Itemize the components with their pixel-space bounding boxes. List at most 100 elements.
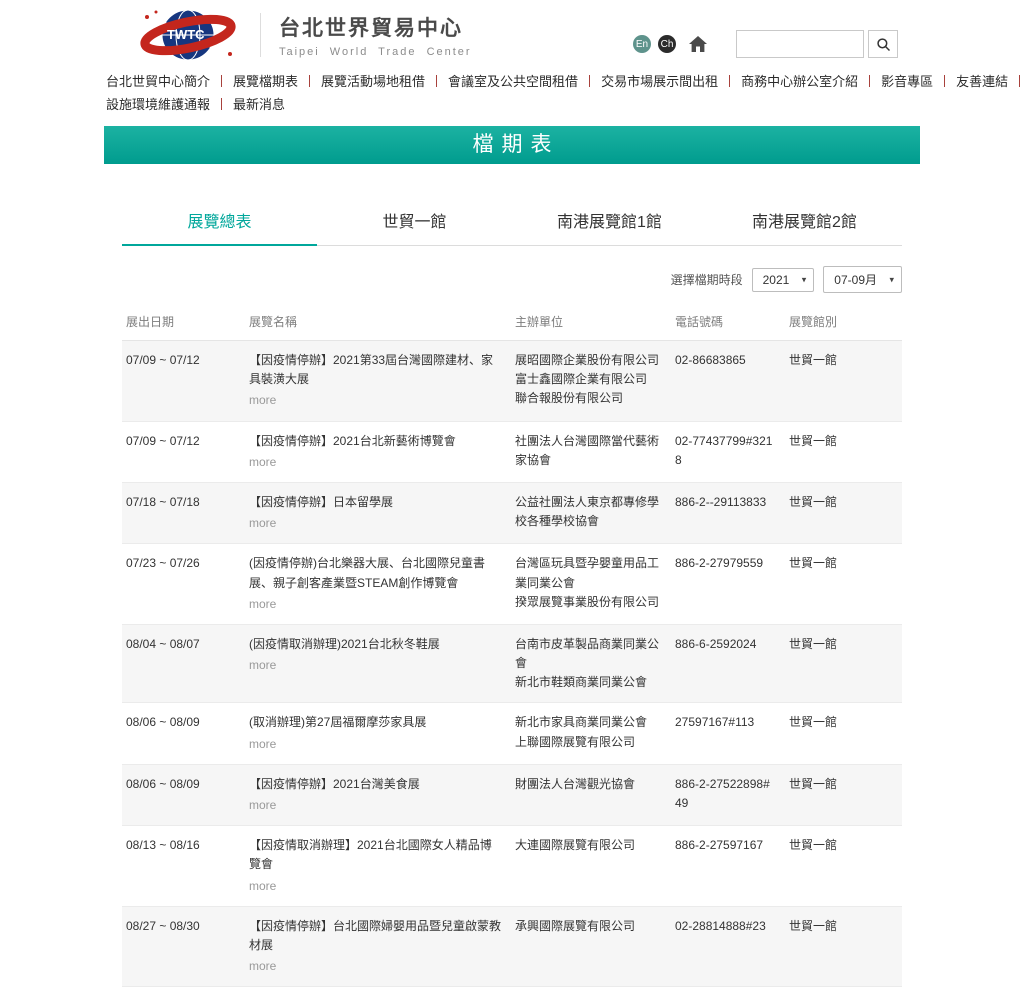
tab-exhibition-overview[interactable]: 展覽總表 (122, 202, 317, 246)
search-input[interactable] (736, 30, 864, 58)
nav-row-2: 設施環境維護通報 最新消息 (106, 93, 918, 116)
organizer-cell: 公益社團法人東京都專修學校各種學校協會 (515, 482, 675, 543)
exhibition-name-cell: (因疫情停辦)台北樂器大展、台北國際兒童書展、親子創客產業暨STEAM創作博覽會… (249, 544, 515, 625)
site-header: TWTC 台北世界貿易中心 Taipei World Trade Center … (104, 0, 920, 68)
exhibition-name-cell: (因疫情取消辦理)2021台北秋冬鞋展 more (249, 624, 515, 703)
phone-number-cell: 886-2-27597167 (675, 838, 764, 853)
lang-ch-button[interactable]: Ch (658, 35, 676, 53)
exhibition-name-cell: (取消辦理)第27屆福爾摩莎家具展 more (249, 703, 515, 764)
more-link[interactable]: more (249, 391, 276, 410)
nav-separator (944, 75, 946, 87)
exhibition-title: 【因疫情停辦】台北國際婦嬰用品暨兒童啟蒙教材展 (249, 918, 502, 952)
more-link[interactable]: more (249, 453, 276, 472)
organizer-cell: 新北市家具商業同業公會 上聯國際展覽有限公司 (515, 703, 675, 764)
table-row: 07/09 ~ 07/12 【因疫情停辦】2021第33屆台灣國際建材、家具裝潢大… (122, 340, 902, 422)
nav-item[interactable]: 交易市場展示間出租 (601, 74, 718, 89)
nav-separator (221, 75, 223, 87)
schedule-table-head: 展出日期 展覽名稱 主辦單位 電話號碼 展覽館別 (122, 309, 902, 341)
nav-item[interactable]: 商務中心辦公室介紹 (741, 74, 858, 89)
more-link[interactable]: more (249, 595, 276, 614)
organizer-cell: 財團法人台灣觀光協會 (515, 764, 675, 825)
tab-label: 展覽總表 (187, 214, 252, 231)
venue-cell: 世貿一館 (789, 636, 838, 651)
nav-item[interactable]: 會議室及公共空間租借 (448, 74, 578, 89)
period-select[interactable]: 07-09月 ▾ (823, 266, 902, 293)
organizer-name: 台南市皮革製品商業同業公會 (515, 636, 660, 671)
more-link[interactable]: more (249, 514, 276, 533)
organizer-name: 揆眾展覽事業股份有限公司 (515, 594, 660, 609)
exhibition-date-cell: 08/04 ~ 08/07 (126, 636, 200, 651)
nav-item[interactable]: 台北世貿中心簡介 (106, 74, 210, 89)
exhibition-name-cell: 【因疫情停辦】日本留學展 more (249, 482, 515, 543)
more-link[interactable]: more (249, 735, 276, 754)
lang-en-button[interactable]: En (633, 35, 651, 53)
table-row: 08/13 ~ 08/16 【因疫情取消辦理】2021台北國際女人精品博覽會 mor… (122, 826, 902, 907)
venue-cell: 世貿一館 (789, 353, 838, 367)
nav-separator (589, 75, 591, 87)
table-row: 07/09 ~ 07/12 【因疫情停辦】2021台北新藝術博覽會 more 社團法人… (122, 421, 902, 483)
page-title: 檔期表 (472, 133, 560, 156)
nav-item[interactable]: 展覽活動場地租借 (321, 74, 425, 89)
filter-label: 選擇檔期時段 (670, 273, 743, 287)
twtc-logo[interactable]: TWTC (134, 8, 242, 62)
venue-cell: 世貿一館 (789, 776, 838, 791)
site-title: 台北世界貿易中心 (279, 17, 463, 40)
more-link[interactable]: more (249, 877, 276, 896)
organizer-name: 財團法人台灣觀光協會 (515, 776, 636, 791)
organizer-name: 富士鑫國際企業有限公司 (515, 372, 648, 387)
tab-nangang-hall-2[interactable]: 南港展覽館2館 (707, 202, 902, 245)
tab-label: 世貿一館 (382, 214, 447, 231)
exhibition-title: 【因疫情停辦】2021第33屆台灣國際建材、家具裝潢大展 (249, 353, 494, 387)
schedule-table-body: 07/09 ~ 07/12 【因疫情停辦】2021第33屆台灣國際建材、家具裝潢大… (122, 340, 902, 987)
organizer-name: 社團法人台灣國際當代藝術家協會 (515, 433, 660, 467)
content-area: 展覽總表 世貿一館 南港展覽館1館 南港展覽館2館 選擇檔期時段 2021 ▾ … (122, 202, 902, 987)
more-link[interactable]: more (249, 656, 276, 675)
search-button[interactable] (868, 30, 898, 58)
period-filter: 選擇檔期時段 2021 ▾ 07-09月 ▾ (122, 266, 902, 293)
tab-nangang-hall-1[interactable]: 南港展覽館1館 (512, 202, 707, 245)
table-row: 08/04 ~ 08/07 (因疫情取消辦理)2021台北秋冬鞋展 more 台南市皮… (122, 624, 902, 703)
tab-label: 南港展覽館2館 (752, 214, 857, 231)
column-header-date: 展出日期 (126, 315, 175, 329)
home-button[interactable] (688, 35, 708, 53)
organizer-cell: 台南市皮革製品商業同業公會新北市鞋類商業同業公會 (515, 624, 675, 703)
home-icon (689, 36, 707, 52)
exhibition-name-cell: 【因疫情停辦】台北國際婦嬰用品暨兒童啟蒙教材展 more (249, 906, 515, 987)
organizer-cell: 社團法人台灣國際當代藝術家協會 (515, 421, 675, 482)
more-link[interactable]: more (249, 957, 276, 976)
organizer-cell: 展昭國際企業股份有限公司 富士鑫國際企業有限公司 聯合報股份有限公司 (515, 341, 675, 422)
exhibition-date-cell: 08/06 ~ 08/09 (126, 715, 200, 730)
nav-item[interactable]: 最新消息 (233, 97, 285, 112)
phone-number-cell: 27597167#113 (675, 715, 755, 730)
phone-number-cell: 02-28814888#23 (675, 918, 766, 933)
nav-item[interactable]: 友善連結 (956, 74, 1008, 89)
header-divider (260, 13, 261, 57)
exhibition-title: 【因疫情取消辦理】2021台北國際女人精品博覽會 (249, 838, 492, 872)
nav-item[interactable]: 影音專區 (881, 74, 933, 89)
tab-twtc-hall-1[interactable]: 世貿一館 (317, 202, 512, 245)
table-row: 08/06 ~ 08/09 (取消辦理)第27屆福爾摩莎家具展 more 新北市家具商… (122, 703, 902, 765)
more-link[interactable]: more (249, 796, 276, 815)
exhibition-date-cell: 08/06 ~ 08/09 (126, 776, 200, 791)
nav-separator (729, 75, 731, 87)
organizer-cell: 承興國際展覽有限公司 (515, 906, 675, 987)
schedule-table: 展出日期 展覽名稱 主辦單位 電話號碼 展覽館別 07/09 ~ 07/12 【因… (122, 309, 902, 987)
exhibition-date-cell: 08/13 ~ 08/16 (126, 838, 200, 853)
year-select[interactable]: 2021 ▾ (751, 267, 815, 292)
main-nav: 台北世貿中心簡介 展覽檔期表 展覽活動場地租借 會議室及公共空間租借 交易市場展示間出租… (104, 68, 1021, 122)
table-row: 08/06 ~ 08/09 【因疫情停辦】2021台灣美食展 more 財團法人台灣觀… (122, 764, 902, 826)
nav-row-1: 台北世貿中心簡介 展覽檔期表 展覽活動場地租借 會議室及公共空間租借 交易市場展示間出租… (106, 70, 1021, 93)
venue-tabs: 展覽總表 世貿一館 南港展覽館1館 南港展覽館2館 (122, 202, 902, 246)
table-row: 07/18 ~ 07/18 【因疫情停辦】日本留學展 more 公益社團法人東京都專修… (122, 482, 902, 544)
phone-number-cell: 02-86683865 (675, 353, 746, 367)
search-box (736, 30, 898, 58)
nav-item[interactable]: 展覽檔期表 (233, 74, 298, 89)
organizer-name: 新北市鞋類商業同業公會 (515, 675, 648, 690)
venue-cell: 世貿一館 (789, 494, 838, 509)
site-title-block: 台北世界貿易中心 Taipei World Trade Center (279, 12, 472, 58)
tab-label: 南港展覽館1館 (557, 214, 662, 231)
venue-cell: 世貿一館 (789, 715, 838, 730)
nav-separator (309, 75, 311, 87)
exhibition-title: 【因疫情停辦】日本留學展 (249, 494, 394, 509)
nav-item[interactable]: 設施環境維護通報 (106, 97, 210, 112)
